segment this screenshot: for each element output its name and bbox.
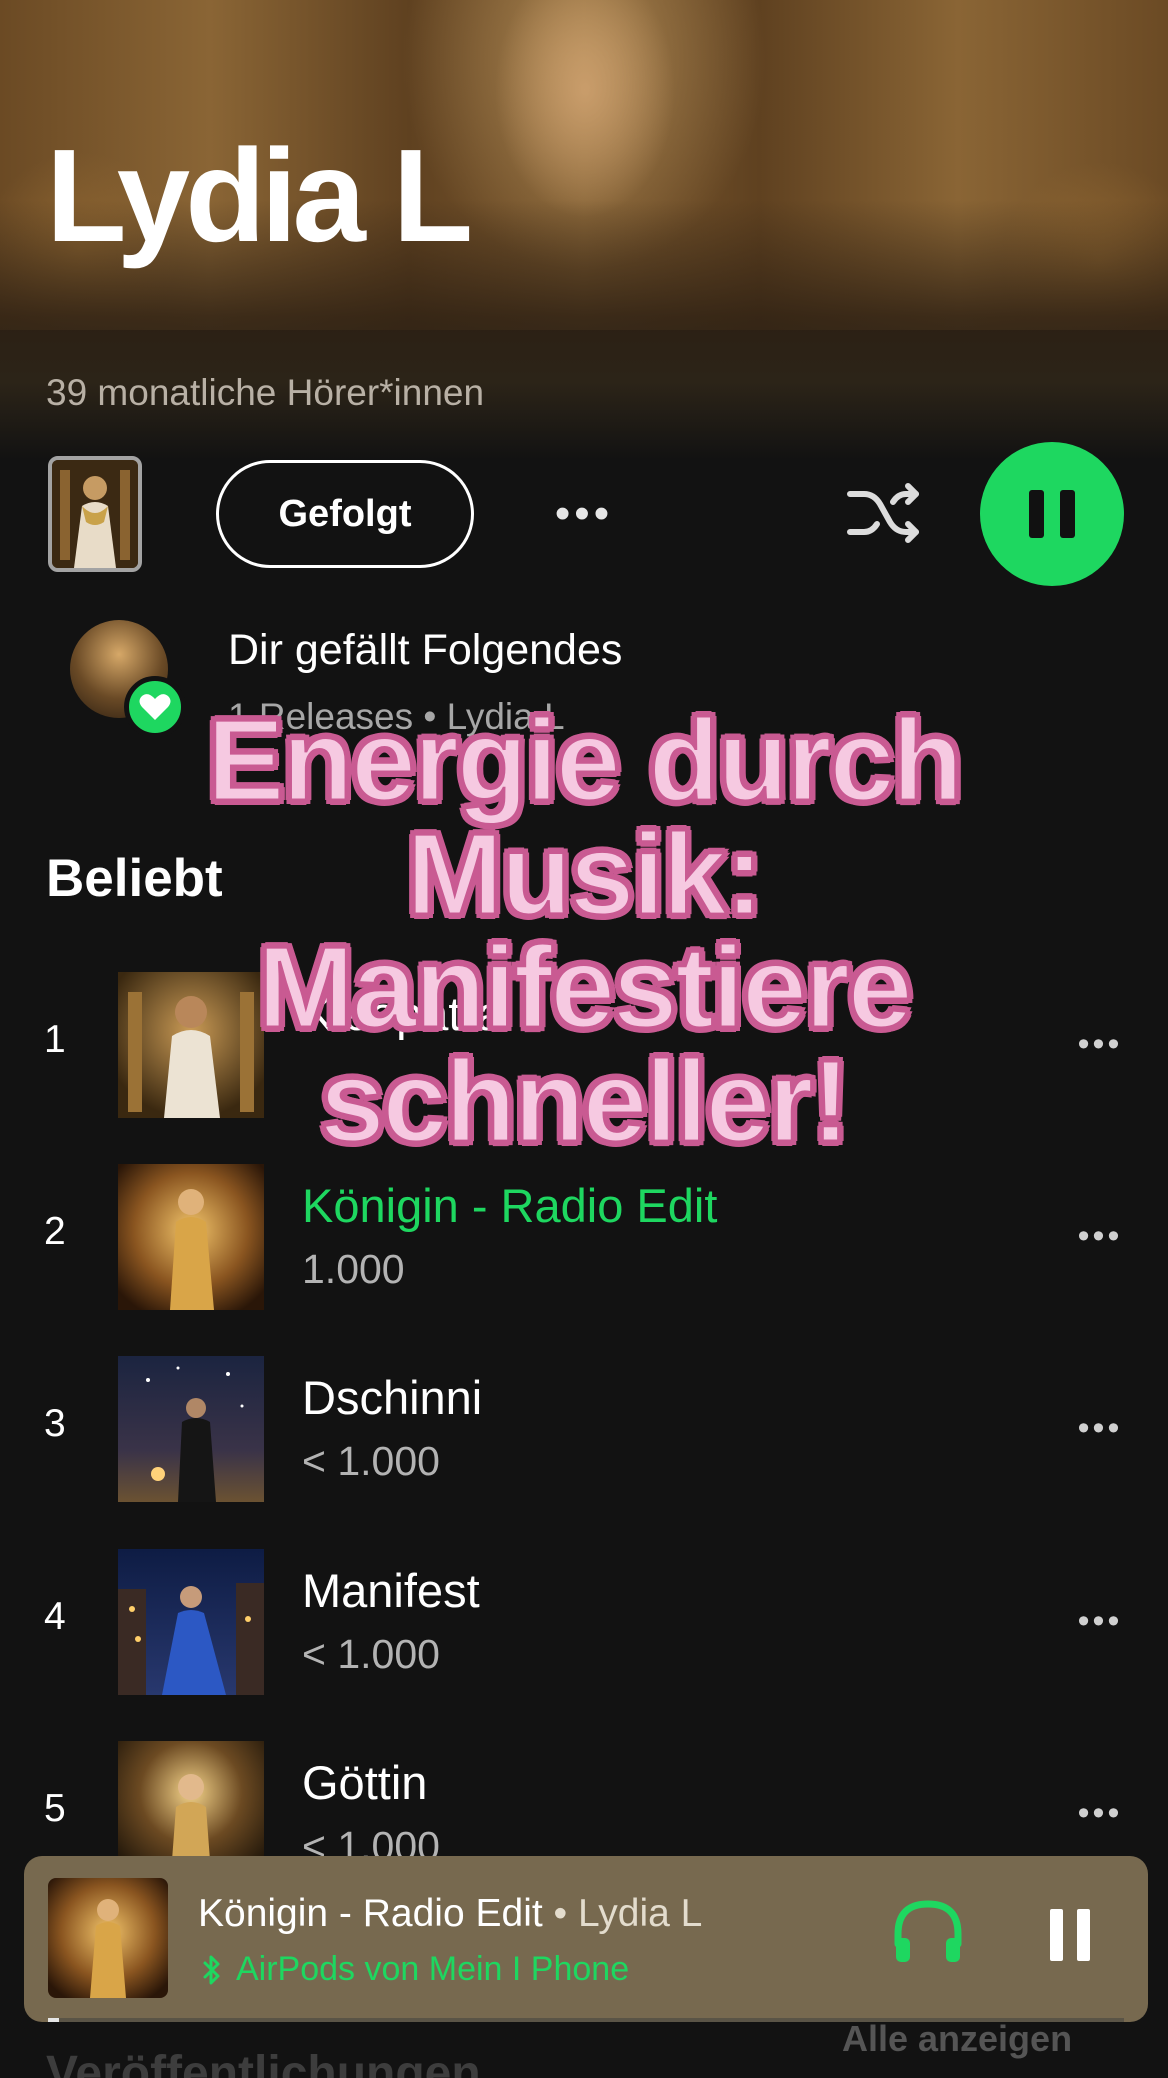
caption-line: Manifestiere (256, 922, 914, 1053)
track-more-button[interactable]: ••• (1072, 1216, 1128, 1256)
overlay-caption: Energie durch Musik: Manifestiere schnel… (84, 695, 1084, 1167)
track-rank: 5 (44, 1787, 66, 1830)
track-title: Manifest (302, 1564, 480, 1617)
connected-device[interactable]: AirPods von Mein I Phone (202, 1950, 629, 1989)
connect-device-icon[interactable] (890, 1896, 966, 1968)
now-playing-song: Königin - Radio Edit (198, 1892, 543, 1935)
show-all-link[interactable]: Alle anzeigen (842, 2018, 1072, 2060)
track-rank: 2 (44, 1210, 66, 1253)
pause-icon (1050, 1909, 1063, 1961)
artist-cover-thumbnail[interactable] (48, 456, 142, 572)
track-plays: < 1.000 (302, 1438, 440, 1484)
pause-button[interactable] (980, 442, 1124, 586)
caption-line: Energie durch (206, 695, 965, 825)
mini-player-pause-button[interactable] (1040, 1904, 1100, 1966)
follow-button[interactable]: Gefolgt (216, 460, 474, 568)
track-title: Königin - Radio Edit (302, 1179, 718, 1232)
track-plays: < 1.000 (302, 1631, 440, 1677)
playback-progress[interactable] (48, 2018, 1124, 2022)
track-cover (118, 1164, 264, 1310)
track-title: Göttin (302, 1756, 428, 1809)
now-playing-artist: Lydia L (578, 1892, 703, 1935)
track-rank: 3 (44, 1402, 66, 1445)
shuffle-icon[interactable] (846, 480, 922, 546)
pause-icon (1029, 490, 1044, 538)
track-more-button[interactable]: ••• (1072, 1408, 1128, 1448)
track-row[interactable]: 4 Manifest < 1.000 ••• (0, 1545, 1168, 1695)
liked-songs-title[interactable]: Dir gefällt Folgendes (228, 626, 622, 675)
now-playing-cover (48, 1878, 168, 1998)
track-more-button[interactable]: ••• (1072, 1601, 1128, 1641)
now-playing-bar[interactable]: Königin - Radio Edit • Lydia L AirPods v… (24, 1856, 1148, 2022)
playback-progress-fill (48, 2018, 59, 2022)
track-rank: 1 (44, 1018, 66, 1061)
bluetooth-icon (203, 1955, 220, 1984)
monthly-listeners: 39 monatliche Hörer*innen (46, 372, 485, 413)
track-row[interactable]: 3 Dschinni < 1.000 ••• (0, 1352, 1168, 1502)
track-more-button[interactable]: ••• (1072, 1793, 1128, 1833)
now-playing-separator: • (542, 1892, 579, 1935)
caption-line: schneller! (319, 1036, 852, 1167)
track-title: Dschinni (302, 1371, 483, 1424)
track-cover (118, 1549, 264, 1695)
more-options-button[interactable]: ••• (552, 486, 616, 542)
now-playing-title: Königin - Radio Edit • Lydia L (198, 1892, 702, 1936)
track-rank: 4 (44, 1595, 66, 1638)
track-row[interactable]: 2 Königin - Radio Edit 1.000 ••• (0, 1160, 1168, 1310)
artist-name: Lydia L (46, 122, 473, 269)
track-cover (118, 1356, 264, 1502)
device-name: AirPods von Mein I Phone (236, 1950, 630, 1988)
caption-line: Musik: (405, 808, 765, 939)
track-plays: 1.000 (302, 1246, 405, 1292)
releases-section-title: Veröffentlichungen (46, 2047, 481, 2078)
